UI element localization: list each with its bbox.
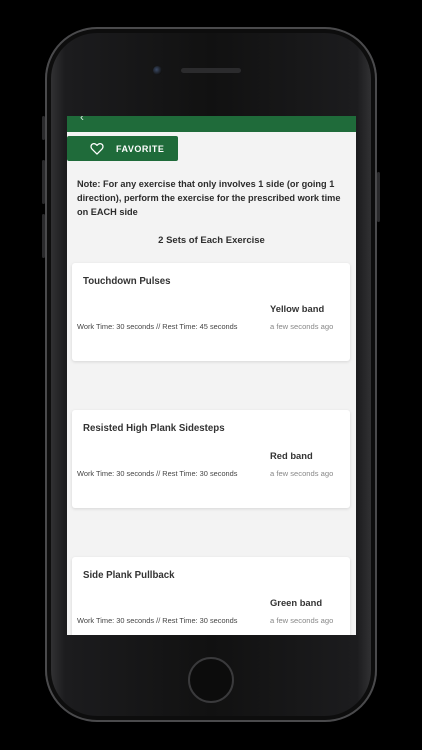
exercise-note: Note: For any exercise that only involve…: [77, 179, 341, 217]
band-label: Yellow band: [270, 303, 325, 314]
volume-up-button: [42, 160, 45, 204]
updated-timestamp: a few seconds ago: [270, 469, 334, 478]
exercise-title: Resisted High Plank Sidesteps: [83, 423, 225, 434]
power-button: [377, 172, 380, 222]
back-icon[interactable]: ‹: [80, 116, 84, 124]
exercise-title: Touchdown Pulses: [83, 276, 171, 287]
exercise-times: Work Time: 30 seconds // Rest Time: 45 s…: [77, 322, 238, 331]
exercise-title: Side Plank Pullback: [83, 570, 175, 581]
heart-outline-icon: [90, 143, 104, 155]
sets-heading: 2 Sets of Each Exercise: [158, 235, 265, 246]
home-button[interactable]: [188, 657, 234, 703]
exercise-times: Work Time: 30 seconds // Rest Time: 30 s…: [77, 469, 238, 478]
app-screen: ‹ FAVORITE Note: For any exercise that o…: [67, 116, 356, 635]
band-label: Green band: [270, 597, 323, 608]
exercise-card[interactable]: Touchdown Pulses Work Time: 30 seconds /…: [72, 263, 350, 361]
exercise-card[interactable]: Resisted High Plank Sidesteps Work Time:…: [72, 410, 350, 508]
updated-timestamp: a few seconds ago: [270, 616, 334, 625]
updated-timestamp: a few seconds ago: [270, 322, 334, 331]
top-nav-bar: ‹: [67, 116, 356, 132]
exercise-times: Work Time: 30 seconds // Rest Time: 30 s…: [77, 616, 238, 625]
favorite-label: FAVORITE: [116, 143, 165, 154]
band-label: Red band: [270, 450, 313, 461]
volume-down-button: [42, 214, 45, 258]
exercise-card[interactable]: Side Plank Pullback Work Time: 30 second…: [72, 557, 350, 635]
earpiece-speaker: [181, 68, 241, 73]
mute-switch: [42, 116, 45, 140]
front-camera: [153, 66, 162, 75]
favorite-button[interactable]: FAVORITE: [67, 136, 178, 161]
